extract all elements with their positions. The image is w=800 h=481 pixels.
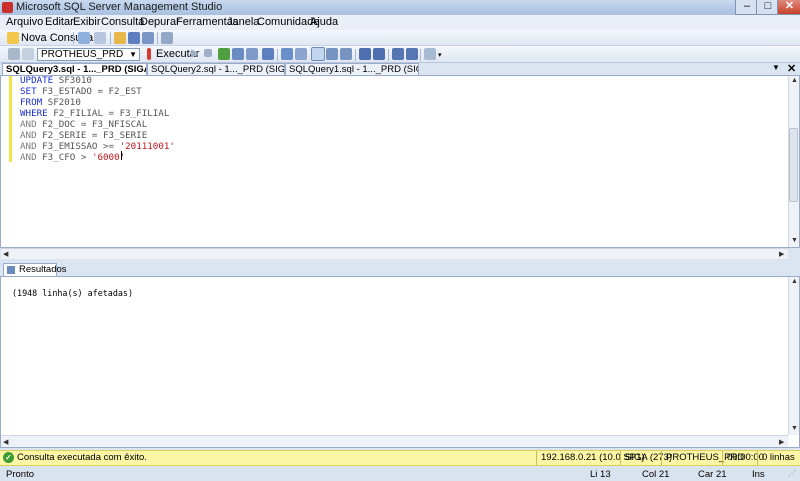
results-icon bbox=[7, 266, 15, 274]
results-pane[interactable] bbox=[0, 276, 800, 448]
code-line: UPDATE SF3010 bbox=[20, 75, 92, 86]
code-line: FROM SF2010 bbox=[20, 97, 81, 108]
pane-splitter[interactable] bbox=[0, 259, 800, 263]
execute-icon[interactable] bbox=[147, 48, 151, 60]
standard-toolbar: Nova Consulta bbox=[0, 30, 800, 46]
new-query-icon[interactable] bbox=[7, 32, 19, 44]
query-status-message: Consulta executada com êxito. bbox=[17, 452, 147, 463]
status-separator bbox=[722, 451, 723, 465]
status-separator bbox=[757, 451, 758, 465]
code-line: AND F2_DOC = F3_NFISCAL bbox=[20, 119, 148, 130]
scroll-right-icon[interactable]: ▶ bbox=[779, 438, 784, 446]
status-column: Col 21 bbox=[642, 469, 670, 480]
activity-monitor-icon[interactable] bbox=[161, 32, 173, 44]
results-to-file-icon[interactable] bbox=[340, 48, 352, 60]
scroll-left-icon[interactable]: ◀ bbox=[3, 250, 8, 258]
specify-template-values-icon[interactable] bbox=[424, 48, 436, 60]
resize-grip-icon[interactable]: ⋰ bbox=[788, 469, 796, 478]
menu-ajuda[interactable]: Ajuda bbox=[310, 16, 338, 28]
status-bar bbox=[0, 467, 800, 481]
status-separator bbox=[536, 451, 537, 465]
toolbar-separator bbox=[388, 49, 389, 61]
menu-bar: Arquivo Editar Exibir Consulta Depurar F… bbox=[0, 15, 800, 30]
editor-scroll-thumb[interactable] bbox=[789, 128, 798, 202]
chevron-down-icon: ▼ bbox=[129, 50, 137, 59]
close-button[interactable]: ✕ bbox=[777, 0, 800, 15]
app-icon bbox=[2, 2, 13, 13]
toolbar-separator bbox=[110, 32, 111, 44]
results-tab-label: Resultados bbox=[19, 264, 67, 275]
tab-sqlquery3[interactable]: SQLQuery3.sql - 1..._PRD (SIGA (273))* bbox=[2, 63, 147, 75]
toolbar-separator bbox=[277, 49, 278, 61]
window-title: Microsoft SQL Server Management Studio bbox=[16, 1, 223, 13]
database-engine-query-icon[interactable] bbox=[78, 32, 90, 44]
row-count: 0 linhas bbox=[762, 452, 795, 463]
include-actual-plan-icon[interactable] bbox=[281, 48, 293, 60]
tab-sqlquery1[interactable]: SQLQuery1.sql - 1..._PRD (SIGA (64))* bbox=[285, 63, 419, 75]
tab-sqlquery2[interactable]: SQLQuery2.sql - 1..._PRD (SIGA (307))* bbox=[147, 63, 285, 75]
scroll-left-icon[interactable]: ◀ bbox=[3, 438, 8, 446]
connect-icon[interactable] bbox=[8, 48, 20, 60]
analysis-query-icon[interactable] bbox=[94, 32, 106, 44]
toolbar-separator bbox=[73, 32, 74, 44]
toolbar-separator bbox=[157, 32, 158, 44]
scroll-down-icon[interactable]: ▼ bbox=[791, 237, 798, 244]
rows-affected-message: (1948 linha(s) afetadas) bbox=[12, 288, 134, 298]
available-databases-dropdown[interactable]: PROTHEUS_PRD ▼ bbox=[37, 48, 140, 61]
save-icon[interactable] bbox=[128, 32, 140, 44]
status-line: Li 13 bbox=[590, 469, 611, 480]
code-line: SET F3_ESTADO = F2_EST bbox=[20, 86, 142, 97]
scroll-right-icon[interactable]: ▶ bbox=[779, 250, 784, 258]
code-line: AND F3_CFO > '6000' bbox=[20, 152, 126, 163]
status-separator bbox=[620, 451, 621, 465]
menu-consulta[interactable]: Consulta bbox=[101, 16, 144, 28]
menu-janela[interactable]: Janela bbox=[227, 16, 259, 28]
status-ready: Pronto bbox=[6, 469, 34, 480]
changed-lines-marker bbox=[9, 76, 12, 162]
increase-indent-icon[interactable] bbox=[406, 48, 418, 60]
change-connection-icon[interactable] bbox=[22, 48, 34, 60]
client-statistics-icon[interactable] bbox=[295, 48, 307, 60]
estimated-plan-icon[interactable] bbox=[232, 48, 244, 60]
results-to-grid-icon[interactable] bbox=[326, 48, 338, 60]
results-vertical-scrollbar[interactable]: ▲ ▼ bbox=[788, 277, 799, 435]
editor-horizontal-scrollbar[interactable]: ◀ ▶ bbox=[1, 248, 788, 259]
stop-icon[interactable] bbox=[204, 49, 212, 57]
status-separator bbox=[661, 451, 662, 465]
scroll-down-icon[interactable]: ▼ bbox=[791, 425, 798, 432]
database-selected-value: PROTHEUS_PRD bbox=[41, 49, 124, 60]
code-line: AND F3_EMISSAO >= '20111001' bbox=[20, 141, 175, 152]
save-all-icon[interactable] bbox=[142, 32, 154, 44]
results-to-text-icon[interactable] bbox=[311, 47, 325, 61]
elapsed-time: 00:00:00 bbox=[727, 452, 764, 463]
toolbar-separator bbox=[355, 49, 356, 61]
text-caret bbox=[121, 151, 122, 160]
status-char: Car 21 bbox=[698, 469, 727, 480]
menu-depurar[interactable]: Depurar bbox=[140, 16, 180, 28]
comment-icon[interactable] bbox=[359, 48, 371, 60]
decrease-indent-icon[interactable] bbox=[392, 48, 404, 60]
tab-list-dropdown-icon[interactable]: ▼ bbox=[772, 63, 780, 72]
results-horizontal-scrollbar[interactable]: ◀ ▶ bbox=[1, 435, 788, 447]
menu-editar[interactable]: Editar bbox=[45, 16, 74, 28]
menu-arquivo[interactable]: Arquivo bbox=[6, 16, 43, 28]
query-designer-icon[interactable] bbox=[246, 48, 258, 60]
open-file-icon[interactable] bbox=[114, 32, 126, 44]
tab-results[interactable]: Resultados bbox=[3, 263, 67, 276]
code-line: AND F2_SERIE = F3_SERIE bbox=[20, 130, 148, 141]
menu-exibir[interactable]: Exibir bbox=[73, 16, 101, 28]
uncomment-icon[interactable] bbox=[373, 48, 385, 60]
status-insert-mode: Ins bbox=[752, 469, 765, 480]
toolbar-separator bbox=[420, 49, 421, 61]
code-line: WHERE F2_FILIAL = F3_FILIAL bbox=[20, 108, 170, 119]
specify-values-icon[interactable] bbox=[262, 48, 274, 60]
scroll-up-icon[interactable]: ▲ bbox=[791, 77, 798, 84]
close-tab-icon[interactable]: ✕ bbox=[787, 62, 796, 75]
toolbar-overflow-icon[interactable]: ▾ bbox=[438, 51, 442, 59]
scroll-up-icon[interactable]: ▲ bbox=[791, 278, 798, 285]
user-info: SIGA (273) bbox=[625, 452, 672, 463]
parse-icon[interactable] bbox=[218, 48, 230, 60]
success-check-icon: ✓ bbox=[3, 452, 14, 463]
title-bar: Microsoft SQL Server Management Studio –… bbox=[0, 0, 800, 15]
